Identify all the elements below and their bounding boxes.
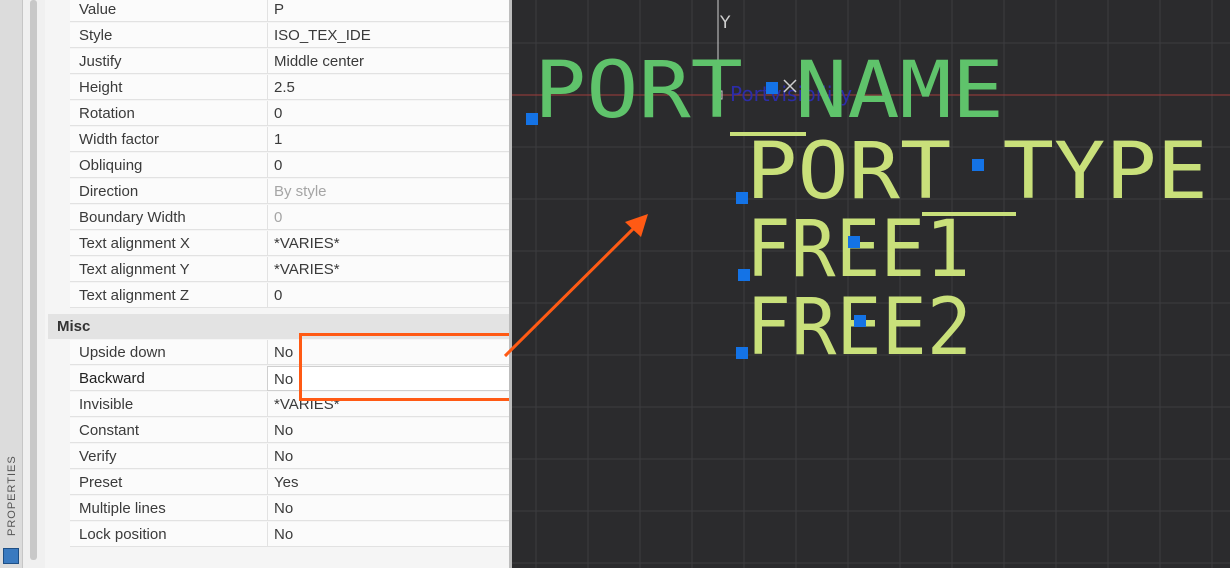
- property-label: Style: [79, 27, 113, 44]
- property-value-text: Yes: [274, 474, 299, 491]
- property-row-text-alignment-y[interactable]: Text alignment Y *VARIES*: [70, 257, 536, 282]
- property-row-constant[interactable]: Constant No: [70, 418, 536, 443]
- properties-icon[interactable]: [3, 548, 19, 564]
- property-value-text: 0: [274, 209, 283, 226]
- property-value-text: No: [274, 422, 294, 439]
- property-label: Invisible: [79, 396, 134, 413]
- grip-free1[interactable]: [738, 269, 750, 281]
- palette-title[interactable]: PROPERTIES: [2, 455, 20, 540]
- property-row-rotation[interactable]: Rotation 0: [70, 101, 536, 126]
- property-label: Justify: [79, 53, 122, 70]
- palette-title-text: PROPERTIES: [6, 455, 18, 536]
- property-value[interactable]: ISO_TEX_IDE: [267, 23, 535, 48]
- palette-strip: PROPERTIES: [0, 0, 23, 568]
- property-value-text: 0: [274, 105, 283, 122]
- property-row-justify[interactable]: Justify Middle center: [70, 49, 536, 74]
- property-row-verify[interactable]: Verify No: [70, 444, 536, 469]
- property-value[interactable]: 0: [267, 205, 535, 230]
- property-row-text-alignment-z[interactable]: Text alignment Z 0: [70, 283, 536, 308]
- property-value-text: *VARIES*: [274, 261, 340, 278]
- property-value[interactable]: 0: [267, 101, 535, 126]
- property-value[interactable]: Middle center: [267, 49, 535, 74]
- property-value[interactable]: Yes: [267, 470, 535, 495]
- property-value-text: 0: [274, 287, 283, 304]
- property-row-width-factor[interactable]: Width factor 1: [70, 127, 536, 152]
- property-label: Value: [79, 1, 117, 18]
- property-row-direction[interactable]: Direction By style: [70, 179, 536, 204]
- property-value[interactable]: No: [267, 522, 535, 547]
- panel-scrollbar[interactable]: [23, 0, 45, 568]
- property-value-text: 2.5: [274, 79, 295, 96]
- property-label: Text alignment Z: [79, 287, 190, 304]
- property-value[interactable]: 2.5: [267, 75, 535, 100]
- drawing-svg: Y Portvisibility PORT NAME PORT TYPE FRE…: [512, 0, 1230, 568]
- property-row-multiple-lines[interactable]: Multiple lines No: [70, 496, 536, 521]
- property-value-text: No: [274, 526, 294, 543]
- property-row-style[interactable]: Style ISO_TEX_IDE: [70, 23, 536, 48]
- drawing-canvas[interactable]: Y Portvisibility PORT NAME PORT TYPE FRE…: [512, 0, 1230, 568]
- property-value-text: No: [274, 448, 294, 465]
- free1-text[interactable]: FREE1: [746, 205, 970, 295]
- property-label: Lock position: [79, 526, 167, 543]
- property-label: Rotation: [79, 105, 135, 122]
- grip-free2-center[interactable]: [854, 315, 866, 327]
- property-value-text: ISO_TEX_IDE: [274, 27, 371, 44]
- grip-port-type[interactable]: [736, 192, 748, 204]
- scrollbar-thumb[interactable]: [30, 0, 37, 560]
- grip-port-type-center[interactable]: [972, 159, 984, 171]
- property-value[interactable]: *VARIES*: [267, 231, 535, 256]
- y-axis-label: Y: [719, 13, 731, 33]
- property-value[interactable]: 0: [267, 153, 535, 178]
- property-value-text: No: [274, 500, 294, 517]
- property-row-height[interactable]: Height 2.5: [70, 75, 536, 100]
- property-label: Constant: [79, 422, 140, 439]
- property-value-text: P: [274, 1, 285, 18]
- port-type-text[interactable]: PORT TYPE: [746, 127, 1208, 217]
- property-value[interactable]: No: [267, 444, 535, 469]
- property-value-text: *VARIES*: [274, 235, 340, 252]
- property-row-value[interactable]: Value P: [70, 0, 536, 22]
- property-value[interactable]: No: [267, 496, 535, 521]
- property-row-obliquing[interactable]: Obliquing 0: [70, 153, 536, 178]
- property-value[interactable]: 1: [267, 127, 535, 152]
- property-row-boundary-width[interactable]: Boundary Width 0: [70, 205, 536, 230]
- property-label: Boundary Width: [79, 209, 186, 226]
- property-label: Width factor: [79, 131, 160, 148]
- property-value-text: No: [274, 344, 294, 361]
- free2-text[interactable]: FREE2: [746, 283, 972, 373]
- property-value-text: Middle center: [274, 53, 365, 70]
- properties-panel: Value P Style ISO_TEX_IDE Justify Middle cent…: [45, 0, 545, 568]
- property-row-text-alignment-x[interactable]: Text alignment X *VARIES*: [70, 231, 536, 256]
- property-label: Text alignment X: [79, 235, 190, 252]
- property-label: Obliquing: [79, 157, 143, 174]
- property-value[interactable]: No: [267, 418, 535, 443]
- grip-free2[interactable]: [736, 347, 748, 359]
- property-value[interactable]: *VARIES*: [267, 257, 535, 282]
- grip-port-name-center[interactable]: [766, 82, 778, 94]
- property-value-text: No: [274, 371, 294, 388]
- grip-port-name[interactable]: [526, 113, 538, 125]
- property-label: Text alignment Y: [79, 261, 190, 278]
- property-value[interactable]: By style: [267, 179, 535, 204]
- property-value[interactable]: 0: [267, 283, 535, 308]
- property-value[interactable]: P: [267, 0, 535, 22]
- property-label: Upside down: [79, 344, 166, 361]
- property-label: Direction: [79, 183, 139, 200]
- property-value-text: By style: [274, 183, 327, 200]
- property-label: Verify: [79, 448, 117, 465]
- grip-free1-center[interactable]: [848, 236, 860, 248]
- misc-section-title: Misc: [57, 318, 91, 335]
- property-row-lock-position[interactable]: Lock position No: [70, 522, 536, 547]
- property-row-preset[interactable]: Preset Yes: [70, 470, 536, 495]
- property-label: Preset: [79, 474, 123, 491]
- property-label: Backward: [79, 370, 145, 387]
- property-value-text: 0: [274, 157, 283, 174]
- property-label: Multiple lines: [79, 500, 166, 517]
- property-value-text: 1: [274, 131, 283, 148]
- property-label: Height: [79, 79, 123, 96]
